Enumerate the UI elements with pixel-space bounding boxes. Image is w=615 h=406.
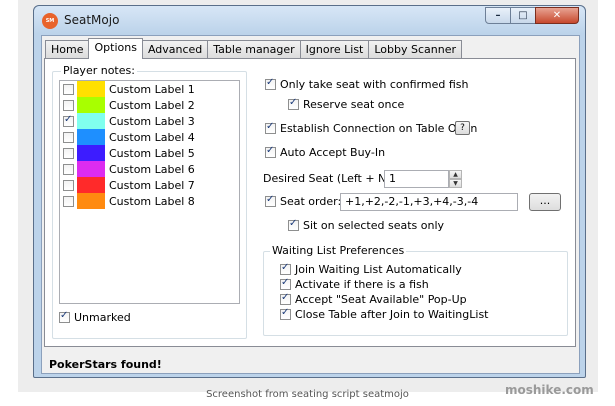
sit-selected-label: Sit on selected seats only <box>303 219 445 232</box>
activate-fish-label: Activate if there is a fish <box>295 278 429 291</box>
tab-options[interactable]: Options <box>88 38 143 59</box>
spin-up-icon[interactable]: ▲ <box>449 170 462 179</box>
list-item[interactable]: Custom Label 1 <box>60 81 238 97</box>
tab-home[interactable]: Home <box>45 40 90 58</box>
app-logo-icon: SM <box>42 13 58 29</box>
desired-seat-spinner[interactable]: ▲ ▼ <box>448 170 462 188</box>
player-notes-list[interactable]: Custom Label 1 Custom Label 2 Custom Label… <box>59 80 240 304</box>
list-item[interactable]: Custom Label 3 <box>60 113 238 129</box>
color-swatch <box>77 161 105 177</box>
list-item[interactable]: Custom Label 4 <box>60 129 238 145</box>
note-checkbox[interactable] <box>63 114 74 127</box>
color-swatch <box>77 97 105 113</box>
minimize-icon: – <box>495 10 501 21</box>
only-confirmed-fish-label: Only take seat with confirmed fish <box>280 78 469 91</box>
app-window: SM SeatMojo – □ ✕ Home Options Advanced … <box>33 5 586 378</box>
note-label: Custom Label 8 <box>109 195 195 208</box>
desired-seat-label: Desired Seat (Left + N): <box>263 172 395 185</box>
activate-fish-checkbox[interactable] <box>280 277 291 290</box>
note-label: Custom Label 2 <box>109 99 195 112</box>
list-item[interactable]: Custom Label 6 <box>60 161 238 177</box>
note-checkbox[interactable] <box>63 132 74 143</box>
only-confirmed-fish-checkbox[interactable] <box>265 77 276 90</box>
status-text: PokerStars found! <box>49 358 162 371</box>
establish-connection-label: Establish Connection on Table Open <box>280 122 478 135</box>
color-swatch <box>77 113 105 129</box>
close-table-checkbox[interactable] <box>280 307 291 320</box>
close-button[interactable]: ✕ <box>535 7 579 24</box>
note-checkbox[interactable] <box>63 148 74 159</box>
note-label: Custom Label 4 <box>109 131 195 144</box>
list-item[interactable]: Custom Label 7 <box>60 177 238 193</box>
browse-button[interactable]: ... <box>529 193 561 211</box>
note-checkbox[interactable] <box>63 100 74 111</box>
close-icon: ✕ <box>552 10 562 21</box>
color-swatch <box>77 129 105 145</box>
tab-strip: Home Options Advanced Table manager Igno… <box>45 38 463 59</box>
unmarked-checkbox[interactable] <box>59 310 70 323</box>
list-item[interactable]: Custom Label 2 <box>60 97 238 113</box>
sit-selected-checkbox[interactable] <box>288 218 299 231</box>
accept-popup-label: Accept "Seat Available" Pop-Up <box>295 293 467 306</box>
client-area: Home Options Advanced Table manager Igno… <box>41 35 580 374</box>
player-notes-group: Player notes: Custom Label 1 Custom Label… <box>52 64 247 339</box>
color-swatch <box>77 145 105 161</box>
note-label: Custom Label 6 <box>109 163 195 176</box>
player-notes-title: Player notes: <box>61 64 137 77</box>
help-button[interactable]: ? <box>455 121 470 135</box>
reserve-once-label: Reserve seat once <box>303 98 405 111</box>
join-auto-label: Join Waiting List Automatically <box>295 263 462 276</box>
note-checkbox[interactable] <box>63 164 74 175</box>
note-checkbox[interactable] <box>63 180 74 191</box>
note-label: Custom Label 7 <box>109 179 195 192</box>
color-swatch <box>77 193 105 209</box>
minimize-button[interactable]: – <box>485 7 511 24</box>
note-checkbox[interactable] <box>63 84 74 95</box>
tab-table-manager[interactable]: Table manager <box>207 40 301 58</box>
color-swatch <box>77 81 105 97</box>
window-title: SeatMojo <box>64 13 120 27</box>
join-auto-checkbox[interactable] <box>280 262 291 275</box>
list-item[interactable]: Custom Label 5 <box>60 145 238 161</box>
color-swatch <box>77 177 105 193</box>
tab-advanced[interactable]: Advanced <box>141 40 209 58</box>
note-label: Custom Label 3 <box>109 115 195 128</box>
close-table-label: Close Table after Join to WaitingList <box>295 308 489 321</box>
waiting-list-group: Waiting List Preferences Join Waiting Li… <box>263 244 568 336</box>
accept-popup-checkbox[interactable] <box>280 292 291 305</box>
note-checkbox[interactable] <box>63 196 74 207</box>
maximize-button[interactable]: □ <box>510 7 536 24</box>
maximize-icon: □ <box>518 10 528 21</box>
auto-accept-checkbox[interactable] <box>265 145 276 158</box>
watermark: moshike.com <box>505 383 594 397</box>
note-label: Custom Label 1 <box>109 83 195 96</box>
auto-accept-label: Auto Accept Buy-In <box>280 146 386 159</box>
reserve-once-checkbox[interactable] <box>288 97 299 110</box>
unmarked-label: Unmarked <box>74 311 131 324</box>
seat-order-label: Seat order: <box>280 195 342 208</box>
options-panel: Player notes: Custom Label 1 Custom Label… <box>44 58 576 347</box>
seat-order-input[interactable]: +1,+2,-2,-1,+3,+4,-3,-4 <box>340 193 518 211</box>
title-bar[interactable]: SM SeatMojo – □ ✕ <box>34 6 585 34</box>
seat-order-checkbox[interactable] <box>265 194 276 207</box>
tab-lobby-scanner[interactable]: Lobby Scanner <box>368 40 463 58</box>
note-label: Custom Label 5 <box>109 147 195 160</box>
spin-down-icon[interactable]: ▼ <box>449 179 462 188</box>
list-item[interactable]: Custom Label 8 <box>60 193 238 209</box>
waiting-list-title: Waiting List Preferences <box>270 244 407 257</box>
establish-connection-checkbox[interactable] <box>265 121 276 134</box>
tab-ignore-list[interactable]: Ignore List <box>299 40 370 58</box>
